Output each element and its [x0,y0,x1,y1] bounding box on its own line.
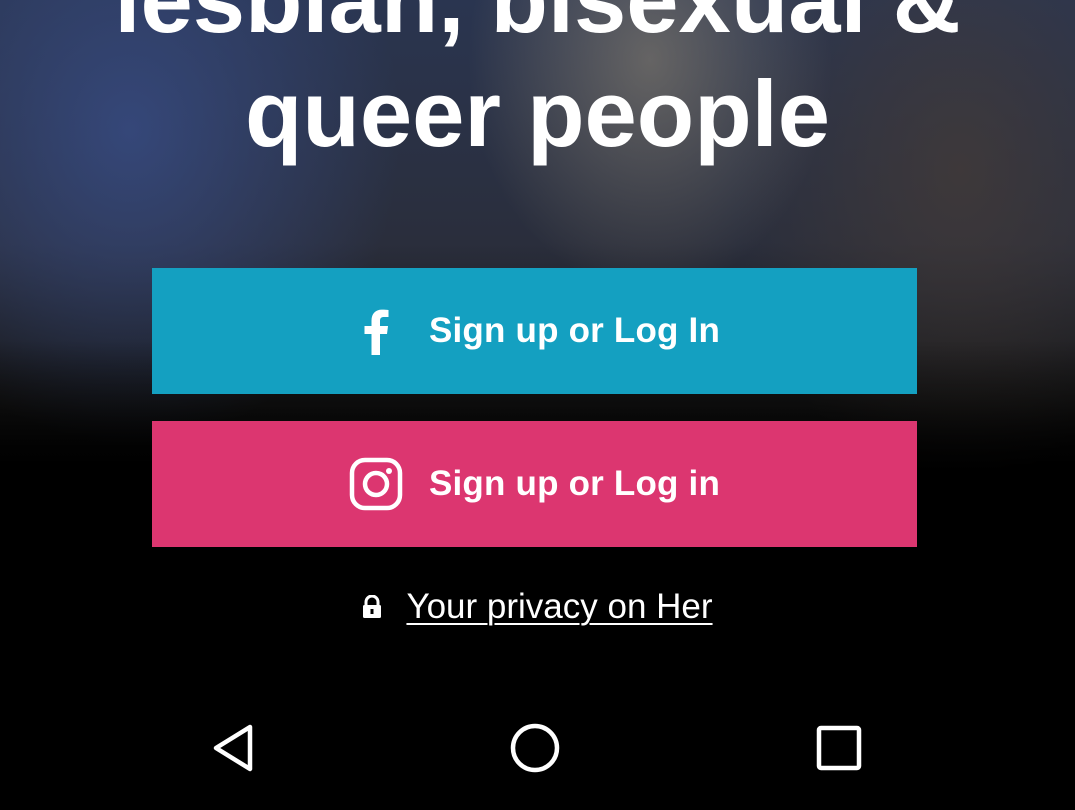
recents-square-icon[interactable] [804,716,874,780]
lock-icon [362,594,382,619]
facebook-login-button[interactable]: Sign up or Log In [152,268,917,394]
instagram-login-label: Sign up or Log in [428,464,721,503]
home-circle-icon[interactable] [500,716,570,780]
back-triangle-icon[interactable] [198,716,268,780]
privacy-link[interactable]: Your privacy on Her [406,587,712,627]
instagram-login-button[interactable]: Sign up or Log in [152,421,917,547]
headline-line-1: lesbian, bisexual & [0,0,1075,52]
privacy-row: Your privacy on Her [0,584,1075,630]
login-screen: lesbian, bisexual & queer people Sign up… [0,0,1075,810]
instagram-icon [349,457,403,511]
facebook-login-label: Sign up or Log In [428,311,721,350]
android-nav-bar [0,690,1075,810]
headline-line-2: queer people [244,61,831,166]
facebook-icon [349,304,403,358]
